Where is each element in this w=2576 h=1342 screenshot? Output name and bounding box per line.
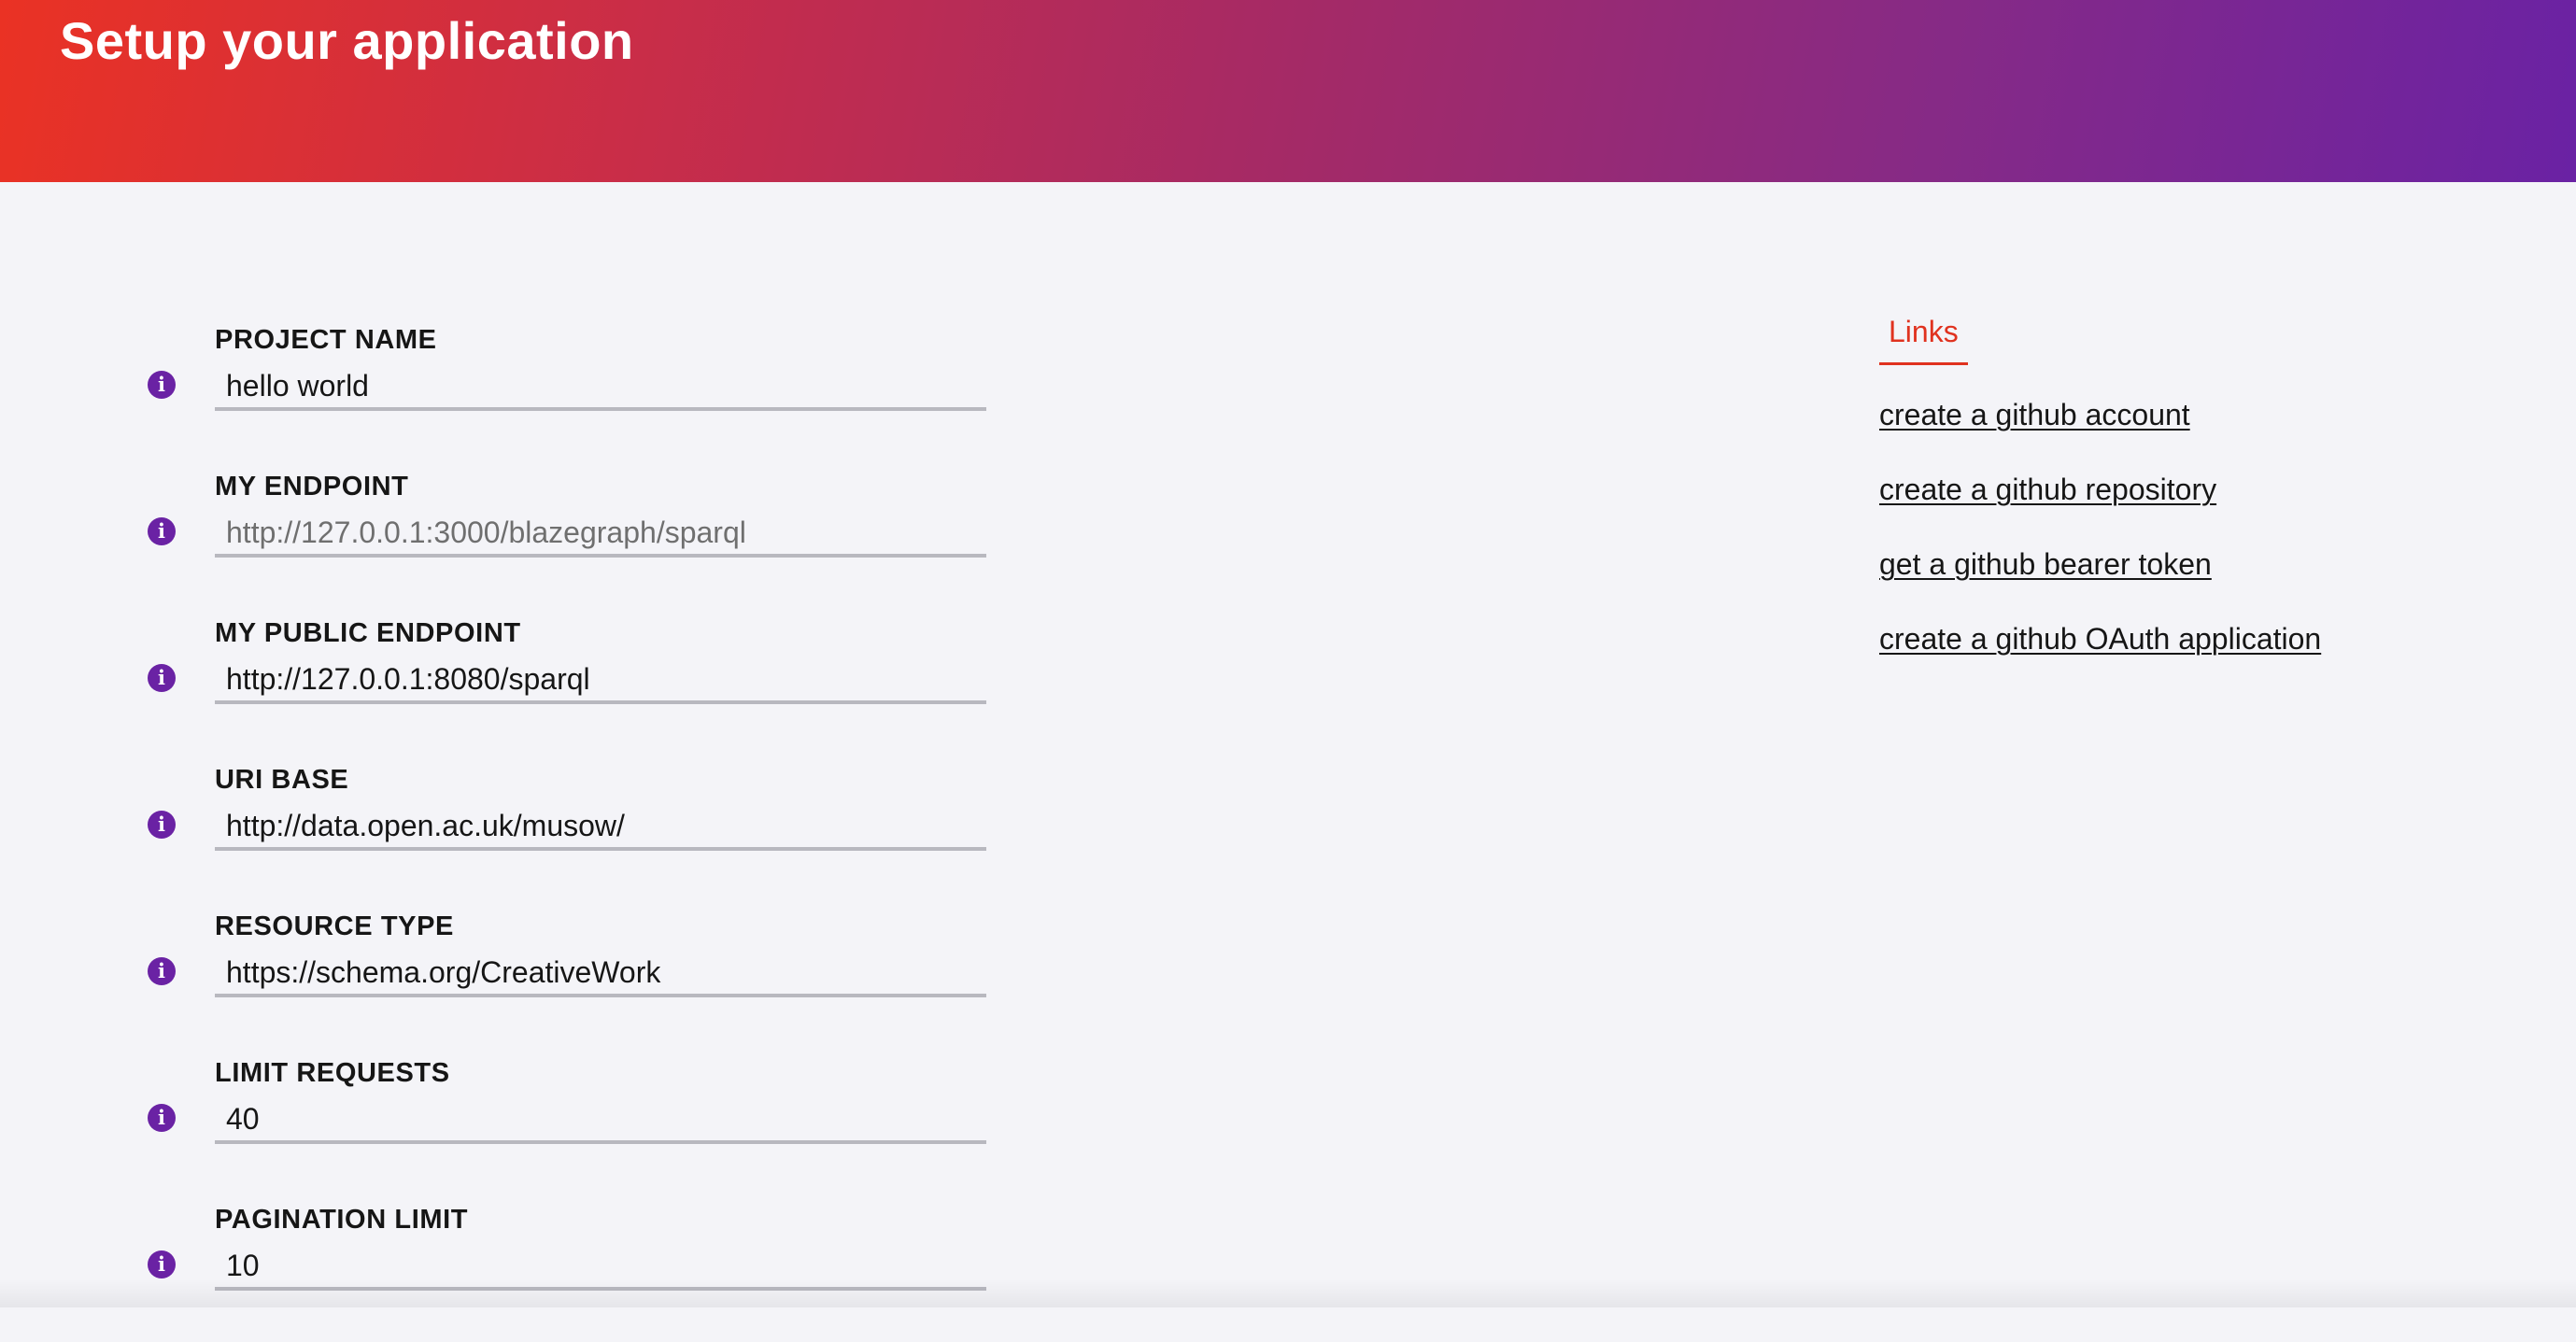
- info-icon[interactable]: i: [148, 811, 176, 839]
- field-project-name: PROJECT NAME i: [0, 316, 1027, 462]
- my-endpoint-label: MY ENDPOINT: [215, 472, 409, 501]
- limit-requests-input[interactable]: [215, 1097, 986, 1144]
- page-header: Setup your application: [0, 0, 2576, 182]
- field-uri-base: URI BASE i: [0, 756, 1027, 902]
- resource-type-label: RESOURCE TYPE: [215, 911, 454, 941]
- page-title: Setup your application: [60, 11, 634, 70]
- project-name-input[interactable]: [215, 364, 986, 411]
- info-icon[interactable]: i: [148, 957, 176, 985]
- limit-requests-label: LIMIT REQUESTS: [215, 1058, 450, 1088]
- resource-type-input[interactable]: [215, 951, 986, 997]
- pagination-limit-label: PAGINATION LIMIT: [215, 1205, 469, 1235]
- create-github-account-link[interactable]: create a github account: [1879, 394, 2190, 435]
- info-icon[interactable]: i: [148, 1250, 176, 1278]
- uri-base-input[interactable]: [215, 804, 986, 851]
- links-panel: Links create a github account create a g…: [1879, 308, 2321, 656]
- field-my-endpoint: MY ENDPOINT i: [0, 462, 1027, 609]
- my-public-endpoint-input[interactable]: [215, 657, 986, 704]
- uri-base-label: URI BASE: [215, 765, 349, 795]
- field-pagination-limit: PAGINATION LIMIT i: [0, 1195, 1027, 1342]
- info-icon[interactable]: i: [148, 517, 176, 545]
- links-tab[interactable]: Links: [1879, 308, 1968, 365]
- bottom-shadow: [0, 1279, 2576, 1307]
- project-name-label: PROJECT NAME: [215, 325, 437, 355]
- create-github-oauth-application-link[interactable]: create a github OAuth application: [1879, 618, 2321, 659]
- info-icon[interactable]: i: [148, 664, 176, 692]
- field-limit-requests: LIMIT REQUESTS i: [0, 1049, 1027, 1195]
- my-public-endpoint-label: MY PUBLIC ENDPOINT: [215, 618, 521, 648]
- field-my-public-endpoint: MY PUBLIC ENDPOINT i: [0, 609, 1027, 756]
- info-icon[interactable]: i: [148, 371, 176, 399]
- get-github-bearer-token-link[interactable]: get a github bearer token: [1879, 544, 2212, 585]
- info-icon[interactable]: i: [148, 1104, 176, 1132]
- field-resource-type: RESOURCE TYPE i: [0, 902, 1027, 1049]
- my-endpoint-input[interactable]: [215, 511, 986, 558]
- create-github-repository-link[interactable]: create a github repository: [1879, 469, 2216, 510]
